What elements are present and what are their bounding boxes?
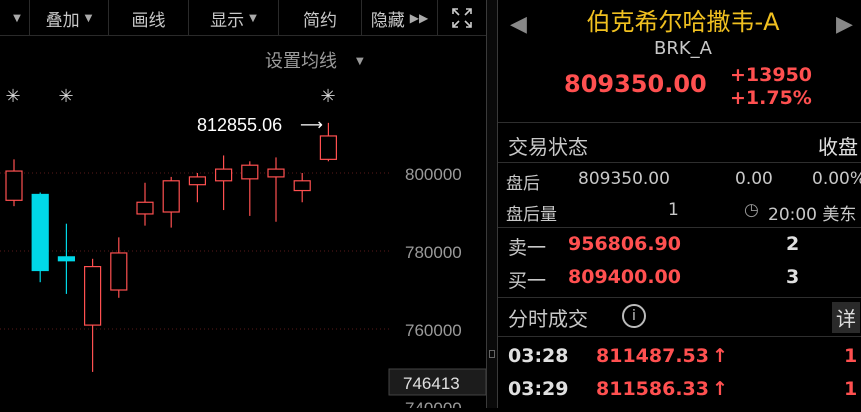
overlay-button[interactable]: 叠加 ▼ [30,0,109,36]
bid-qty: 3 [786,266,800,288]
after-hours-pct: 0.00% [812,169,861,189]
price-change: +13950 [730,64,813,86]
event-marker-icon: ✳ [58,86,73,107]
annotation-arrow-icon: ⟶ [300,115,323,134]
quote-panel: ◀ 伯克希尔哈撒韦-A ▶ BRK_A 809350.00 +13950 +1.… [498,0,861,408]
separator [498,297,861,298]
fullscreen-button[interactable] [438,0,486,36]
after-volume-label: 盘后量 [506,205,557,225]
prev-arrow-icon[interactable]: ◀ [510,12,527,37]
trade-qty: 1 [844,345,858,367]
candle-up [162,180,180,213]
y-tick-label: 800000 [405,165,462,184]
chevron-down-icon: ▼ [249,12,257,24]
candle-up [83,266,102,326]
candle-down [31,193,49,272]
trade-time: 03:28 [508,345,569,367]
trade-qty: 1 [844,378,858,400]
chart-toolbar: ▼ 叠加 ▼ 画线 显示 ▼ 简约 隐藏 ▶▶ [0,0,486,36]
y-tick-label: 740000 [405,399,462,408]
trade-price: 811487.53 [596,345,709,367]
after-volume-value: 1 [668,200,679,220]
splitter-handle[interactable] [489,350,495,358]
separator [498,227,861,228]
hide-button[interactable]: 隐藏 ▶▶ [362,0,438,36]
after-hours-label: 盘后 [506,174,540,194]
ask-price: 956806.90 [568,233,681,255]
candle-up [110,252,128,291]
display-label: 显示 [210,10,245,31]
panel-divider[interactable] [486,0,498,408]
hide-label: 隐藏 [370,10,405,31]
up-arrow-icon: ↑ [712,378,728,400]
after-hours-change: 0.00 [735,169,773,189]
candle-up [293,180,311,192]
simple-button[interactable]: 简约 [279,0,362,36]
ma-settings-button: 设置均线 [265,51,337,72]
event-marker-icon: ✳ [5,86,20,107]
price-change-pct: +1.75% [730,87,812,109]
display-button[interactable]: 显示 ▼ [189,0,279,36]
stock-code: BRK_A [654,38,712,59]
candle-up [241,164,259,180]
ask-label: 卖一 [508,237,547,259]
chevron-down-icon: ▼ [13,12,21,24]
event-marker-icon: ✳ [320,86,335,107]
chevron-down-icon: ▼ [84,12,93,24]
after-hours-price: 809350.00 [578,169,670,189]
bid-label: 买一 [508,270,547,292]
ask-qty: 2 [786,233,800,255]
chart-canvas: 800000 780000 760000 设置均线 ▼ ✳ ✳ ✳ 812855.06 ⟶ 7464… [0,51,487,412]
separator [498,162,861,163]
high-price-annotation: 812855.06 [197,115,282,135]
trades-title: 分时成交 [508,307,588,331]
y-tick-label: 760000 [405,321,462,340]
expand-icon [452,8,472,28]
draw-label: 画线 [131,10,166,31]
trade-price: 811586.33 [596,378,709,400]
chevron-down-icon: ▼ [356,56,364,67]
detail-button[interactable]: 详 [832,302,860,333]
separator [498,336,861,337]
candle-up [267,168,285,178]
simple-label: 简约 [303,10,337,31]
up-arrow-icon: ↑ [712,345,728,367]
separator [498,122,861,123]
current-price-label: 746413 [403,374,460,393]
trade-time: 03:29 [508,378,569,400]
candle-down [57,256,76,262]
bid-price: 809400.00 [568,266,681,288]
candle-up [319,135,337,160]
double-chevron-right-icon: ▶▶ [409,11,429,25]
overlay-label: 叠加 [45,10,80,31]
trade-status-label: 交易状态 [508,135,588,159]
toolbar-menu-first[interactable]: ▼ [0,0,30,36]
after-volume-time: 20:00 美东 [768,205,857,225]
draw-button[interactable]: 画线 [109,0,189,36]
info-icon[interactable]: i [622,304,646,328]
candlestick-chart[interactable]: 800000 780000 760000 设置均线 ▼ ✳ ✳ ✳ 812855.06 ⟶ 7464… [0,37,487,412]
next-arrow-icon[interactable]: ▶ [836,12,853,37]
stock-name: 伯克希尔哈撒韦-A [586,8,780,36]
candle-up [215,168,233,182]
y-tick-label: 780000 [405,243,462,262]
candle-up [188,176,206,186]
candle-up [136,201,154,215]
trade-status-value: 收盘 [818,135,858,159]
clock-icon: ◷ [744,200,759,220]
candle-up [5,170,23,201]
last-price: 809350.00 [564,70,707,98]
